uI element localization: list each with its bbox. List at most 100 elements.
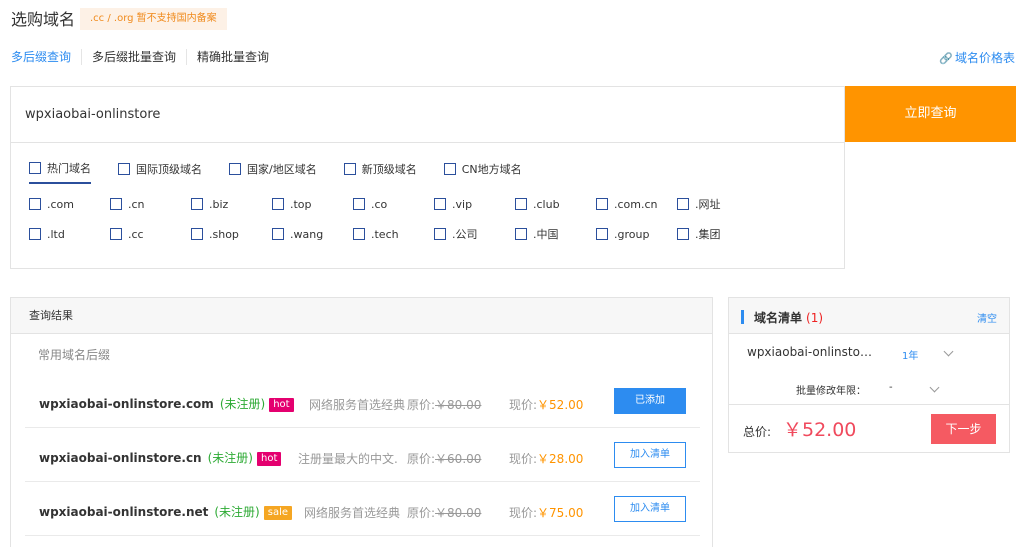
status-label: (未注册) [207, 451, 253, 465]
search-panel: 热门域名 国际顶级域名 国家/地区域名 新顶级域名 CN地方域名 .com.cn… [10, 86, 845, 269]
checkbox[interactable] [434, 198, 446, 210]
page-title: 选购域名 [11, 10, 76, 29]
category-label: CN地方域名 [461, 163, 522, 176]
tld-option[interactable]: .com.cn [596, 197, 677, 211]
tld-option[interactable]: .top [272, 197, 353, 211]
tab-multi-suffix[interactable]: 多后缀查询 [11, 49, 83, 65]
added-button[interactable]: 已添加 [614, 388, 686, 414]
result-domain: wpxiaobai-onlinstore.com (未注册) hot [39, 395, 294, 412]
clear-cart-link[interactable]: 清空 [977, 310, 997, 325]
status-label: (未注册) [214, 505, 260, 519]
query-tabs: 多后缀查询 多后缀批量查询 精确批量查询 [11, 49, 289, 65]
checkbox[interactable] [110, 228, 122, 240]
category-label: 国家/地区域名 [247, 163, 317, 176]
checkbox[interactable] [29, 228, 41, 240]
checkbox[interactable] [272, 228, 284, 240]
total-price: ￥52.00 [783, 419, 857, 441]
tld-option[interactable]: .tech [353, 227, 434, 241]
checkbox[interactable] [677, 198, 689, 210]
tld-option[interactable]: .公司 [434, 227, 515, 241]
checkbox[interactable] [29, 162, 41, 174]
tld-grid: .com .cn .biz .top .co .vip .club .com.cn .网址 .lt… [29, 197, 758, 241]
tld-option[interactable]: .中国 [515, 227, 596, 241]
category-new-gtld[interactable]: 新顶级域名 [343, 160, 417, 184]
tld-option[interactable]: .集团 [677, 227, 758, 241]
category-intl[interactable]: 国际顶级域名 [118, 160, 202, 184]
total-label: 总价: [743, 425, 772, 439]
tld-option[interactable]: .shop [191, 227, 272, 241]
checkbox[interactable] [596, 198, 608, 210]
category-label: 国际顶级域名 [136, 163, 202, 176]
tld-label: .group [614, 227, 650, 241]
tld-option[interactable]: .com [29, 197, 110, 211]
tab-exact-batch[interactable]: 精确批量查询 [197, 49, 279, 65]
checkbox[interactable] [443, 163, 456, 175]
tld-label: .tech [371, 227, 399, 241]
cart-count: (1) [806, 311, 824, 325]
price-list-label: 域名价格表 [954, 51, 1015, 65]
tld-label: .集团 [695, 228, 721, 241]
checkbox[interactable] [229, 163, 241, 175]
original-price: 原价:￥60.00 [407, 452, 482, 466]
result-domain: wpxiaobai-onlinstore.net (未注册) sale [39, 503, 293, 520]
results-panel: 查询结果 常用域名后缀 wpxiaobai-onlinstore.com (未注册… [10, 297, 713, 547]
checkbox[interactable] [191, 228, 203, 240]
search-button[interactable]: 立即查询 [845, 86, 1016, 142]
result-domain: wpxiaobai-onlinstore.cn (未注册) hot [39, 449, 282, 466]
original-price: 原价:￥80.00 [407, 506, 482, 520]
category-hot[interactable]: 热门域名 [29, 160, 91, 184]
checkbox[interactable] [272, 198, 284, 210]
checkbox[interactable] [191, 198, 203, 210]
tld-option[interactable]: .biz [191, 197, 272, 211]
category-cn-local[interactable]: CN地方域名 [443, 160, 522, 184]
current-price: 现价:￥28.00 [509, 452, 584, 466]
tld-label: .公司 [452, 228, 478, 241]
checkbox[interactable] [118, 163, 130, 175]
chevron-down-icon[interactable] [929, 382, 940, 393]
tld-option[interactable]: .cc [110, 227, 191, 241]
domain-search-input[interactable] [11, 87, 844, 142]
checkbox[interactable] [353, 198, 365, 210]
tld-label: .com [47, 197, 74, 211]
header-accent-bar [741, 310, 744, 324]
add-to-list-button[interactable]: 加入清单 [614, 442, 686, 468]
tld-option[interactable]: .co [353, 197, 434, 211]
checkbox[interactable] [596, 228, 608, 240]
tld-label: .中国 [533, 228, 559, 241]
batch-years-select[interactable]: - [889, 382, 893, 393]
chevron-down-icon[interactable] [943, 346, 954, 357]
tld-option[interactable]: .ltd [29, 227, 110, 241]
checkbox[interactable] [515, 228, 527, 240]
tld-label: .wang [290, 227, 324, 241]
tld-option[interactable]: .vip [434, 197, 515, 211]
tld-label: .vip [452, 197, 473, 211]
results-subheader: 常用域名后缀 [38, 348, 111, 362]
price-list-link[interactable]: 🔗 域名价格表 [939, 49, 1015, 66]
checkbox[interactable] [343, 163, 356, 175]
checkbox[interactable] [110, 198, 122, 210]
hot-badge: hot [269, 398, 294, 412]
result-row: wpxiaobai-onlinstore.net (未注册) sale 网络服务首选… [25, 482, 700, 536]
checkbox[interactable] [353, 228, 365, 240]
tld-option[interactable]: .cn [110, 197, 191, 211]
category-label: 新顶级域名 [361, 163, 417, 176]
tab-multi-suffix-batch[interactable]: 多后缀批量查询 [92, 49, 188, 65]
category-country[interactable]: 国家/地区域名 [229, 160, 317, 184]
hot-badge: hot [256, 452, 282, 466]
cart-item-year-select[interactable]: 1年 [902, 347, 918, 362]
tld-label: .top [290, 197, 312, 211]
tld-option[interactable]: .wang [272, 227, 353, 241]
result-desc: 注册量最大的中文. [298, 452, 398, 466]
tld-option[interactable]: .club [515, 197, 596, 211]
notice-badge: .cc / .org 暂不支持国内备案 [80, 8, 227, 30]
current-price: 现价:￥52.00 [509, 398, 584, 412]
checkbox[interactable] [515, 198, 527, 210]
tld-option[interactable]: .group [596, 227, 677, 241]
checkbox[interactable] [434, 228, 446, 240]
tld-option[interactable]: .网址 [677, 197, 758, 211]
checkbox[interactable] [29, 198, 41, 210]
add-to-list-button[interactable]: 加入清单 [614, 496, 686, 522]
tld-label: .ltd [47, 227, 65, 241]
next-step-button[interactable]: 下一步 [931, 414, 996, 444]
checkbox[interactable] [677, 228, 689, 240]
